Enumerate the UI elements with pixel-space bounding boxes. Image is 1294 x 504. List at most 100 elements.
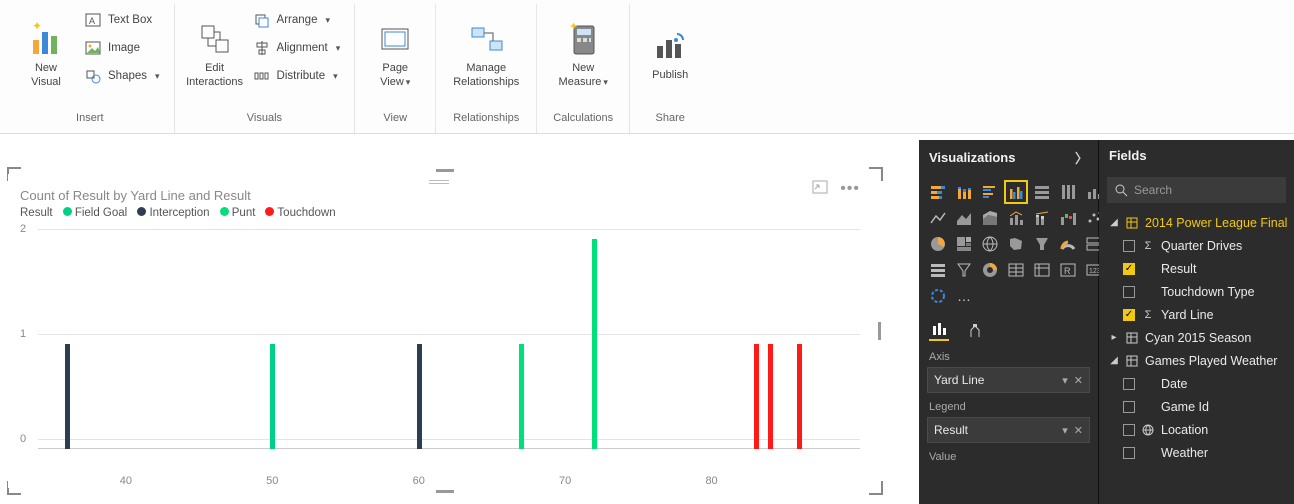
publish-button[interactable]: Publish <box>638 4 702 104</box>
sigma-icon: Σ <box>1141 308 1155 322</box>
field-quarter-drives[interactable]: Σ Quarter Drives <box>1103 234 1290 257</box>
field-weather[interactable]: Weather <box>1103 441 1290 464</box>
viz-waterfall-icon[interactable] <box>1057 207 1079 229</box>
viz-slicer-funnel-icon[interactable] <box>953 259 975 281</box>
viz-clustered-bar-icon[interactable] <box>979 181 1001 203</box>
drag-handle[interactable] <box>429 180 449 184</box>
viz-donut-icon[interactable] <box>979 259 1001 281</box>
bar-touchdown[interactable] <box>797 344 802 449</box>
focus-mode-icon[interactable] <box>812 180 828 198</box>
viz-line-icon[interactable] <box>927 207 949 229</box>
viz-treemap-icon[interactable] <box>953 233 975 255</box>
legend-swatch[interactable] <box>63 207 72 216</box>
viz-funnel-icon[interactable] <box>1031 233 1053 255</box>
axis-well[interactable]: Yard Line ▾✕ <box>927 367 1090 393</box>
arrange-button[interactable]: Arrange▾ <box>249 8 345 32</box>
viz-stacked-area-icon[interactable] <box>979 207 1001 229</box>
edit-interactions-button[interactable]: Edit Interactions <box>183 4 247 104</box>
fields-tab-icon[interactable] <box>929 321 949 341</box>
checkbox[interactable] <box>1123 240 1135 252</box>
shapes-button[interactable]: Shapes▾ <box>80 64 164 88</box>
report-canvas[interactable]: ••• Count of Result by Yard Line and Res… <box>0 140 900 500</box>
bar-interception[interactable] <box>65 344 70 449</box>
field-game-id[interactable]: Game Id <box>1103 395 1290 418</box>
fields-tree: ◢ 2014 Power League Final Σ Quarter Driv… <box>1099 211 1294 468</box>
viz-100-stacked-column-icon[interactable] <box>1057 181 1079 203</box>
bar-punt[interactable] <box>519 344 524 449</box>
chart-visual[interactable]: ••• Count of Result by Yard Line and Res… <box>8 174 870 488</box>
viz-arcgis-icon[interactable] <box>927 285 949 307</box>
viz-filled-map-icon[interactable] <box>1005 233 1027 255</box>
collapse-pane-icon[interactable]: 〉 <box>1075 148 1088 167</box>
legend-label[interactable]: Field Goal <box>75 207 127 219</box>
checkbox[interactable] <box>1123 286 1135 298</box>
bar-field-goal[interactable] <box>270 344 275 449</box>
legend-swatch[interactable] <box>137 207 146 216</box>
checkbox[interactable] <box>1123 401 1135 413</box>
legend-well[interactable]: Result ▾✕ <box>927 417 1090 443</box>
checkbox[interactable] <box>1123 447 1135 459</box>
alignment-button[interactable]: Alignment▾ <box>249 36 345 60</box>
well-dropdown-icon[interactable]: ▾ <box>1062 424 1068 437</box>
expand-icon[interactable]: ◢ <box>1109 355 1119 366</box>
viz-import-icon[interactable]: … <box>953 285 975 307</box>
format-tab-icon[interactable] <box>965 321 985 341</box>
resize-handle-e[interactable] <box>878 322 881 340</box>
table-2014-power-league[interactable]: ◢ 2014 Power League Final <box>1103 211 1290 234</box>
checkbox[interactable] <box>1123 378 1135 390</box>
text-box-button[interactable]: A Text Box <box>80 8 164 32</box>
viz-gauge-icon[interactable] <box>1057 233 1079 255</box>
new-measure-button[interactable]: ✦ New Measure▾ <box>545 4 621 104</box>
viz-pie-icon[interactable] <box>927 233 949 255</box>
viz-line-stacked-icon[interactable] <box>1031 207 1053 229</box>
viz-stacked-column-icon[interactable] <box>953 181 975 203</box>
viz-r-icon[interactable]: R <box>1057 259 1079 281</box>
legend-label[interactable]: Interception <box>149 207 209 219</box>
chart-plot-area[interactable]: 0124050607080 <box>20 229 860 469</box>
bar-interception[interactable] <box>417 344 422 449</box>
arrange-icon <box>253 11 271 29</box>
bar-touchdown[interactable] <box>754 344 759 449</box>
viz-area-icon[interactable] <box>953 207 975 229</box>
bar-touchdown[interactable] <box>768 344 773 449</box>
checkbox[interactable] <box>1123 424 1135 436</box>
resize-handle-se[interactable] <box>869 481 883 495</box>
field-result[interactable]: ✓ Result <box>1103 257 1290 280</box>
legend-swatch[interactable] <box>265 207 274 216</box>
legend-label[interactable]: Touchdown <box>277 207 335 219</box>
legend-swatch[interactable] <box>220 207 229 216</box>
field-yard-line[interactable]: ✓ Σ Yard Line <box>1103 303 1290 326</box>
new-visual-button[interactable]: ✦ New Visual <box>14 4 78 104</box>
fields-search[interactable]: Search <box>1107 177 1286 203</box>
more-options-icon[interactable]: ••• <box>840 180 860 198</box>
viz-stacked-bar-icon[interactable] <box>927 181 949 203</box>
field-date[interactable]: Date <box>1103 372 1290 395</box>
page-view-button[interactable]: Page View▾ <box>363 4 427 104</box>
image-button[interactable]: Image <box>80 36 164 60</box>
distribute-button[interactable]: Distribute▾ <box>249 64 345 88</box>
checkbox[interactable]: ✓ <box>1123 263 1135 275</box>
well-remove-icon[interactable]: ✕ <box>1074 424 1083 437</box>
resize-handle-s[interactable] <box>436 490 454 493</box>
table-cyan-2015[interactable]: ▸ Cyan 2015 Season <box>1103 326 1290 349</box>
viz-matrix-icon[interactable] <box>1031 259 1053 281</box>
viz-map-icon[interactable] <box>979 233 1001 255</box>
viz-line-column-icon[interactable] <box>1005 207 1027 229</box>
manage-relationships-button[interactable]: Manage Relationships <box>444 4 528 104</box>
field-touchdown-type[interactable]: Touchdown Type <box>1103 280 1290 303</box>
resize-handle-n[interactable] <box>436 169 454 172</box>
bar-punt[interactable] <box>592 239 597 449</box>
viz-table-icon[interactable] <box>1005 259 1027 281</box>
legend-label[interactable]: Punt <box>232 207 256 219</box>
viz-clustered-column-icon[interactable] <box>1005 181 1027 203</box>
table-games-played-weather[interactable]: ◢ Games Played Weather <box>1103 349 1290 372</box>
expand-icon[interactable]: ◢ <box>1109 217 1119 228</box>
expand-icon[interactable]: ▸ <box>1109 332 1119 343</box>
well-dropdown-icon[interactable]: ▾ <box>1062 374 1068 387</box>
checkbox[interactable]: ✓ <box>1123 309 1135 321</box>
viz-slicer-icon[interactable] <box>927 259 949 281</box>
resize-handle-ne[interactable] <box>869 167 883 181</box>
field-location[interactable]: Location <box>1103 418 1290 441</box>
well-remove-icon[interactable]: ✕ <box>1074 374 1083 387</box>
viz-100-stacked-bar-icon[interactable] <box>1031 181 1053 203</box>
